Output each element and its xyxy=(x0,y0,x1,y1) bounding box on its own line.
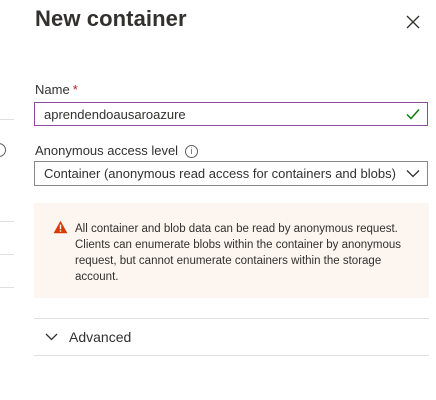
container-name-input[interactable] xyxy=(34,102,428,126)
access-level-selected-value: Container (anonymous read access for con… xyxy=(44,166,396,181)
background-divider xyxy=(0,221,14,222)
chevron-down-icon xyxy=(45,333,58,341)
advanced-section-toggle[interactable]: Advanced xyxy=(34,320,429,354)
name-label: Name * xyxy=(35,82,78,97)
screen: New container Name* Anonymous access lev… xyxy=(0,0,436,400)
chevron-down-icon xyxy=(406,170,420,178)
new-container-panel: New container Name* Anonymous access lev… xyxy=(14,0,436,400)
close-button[interactable] xyxy=(401,10,425,34)
background-divider xyxy=(0,287,14,288)
warning-icon xyxy=(53,220,68,234)
background-divider xyxy=(0,254,14,255)
section-divider xyxy=(34,355,429,356)
warning-message: All container and blob data can be read … xyxy=(75,223,402,283)
name-label-text: Name xyxy=(35,82,70,97)
anonymous-access-warning: All container and blob data can be read … xyxy=(34,203,429,298)
background-page xyxy=(0,0,14,400)
advanced-label: Advanced xyxy=(69,329,132,345)
access-level-label-text: Anonymous access level xyxy=(35,143,179,158)
dropdown-chevron xyxy=(399,169,427,178)
background-radio-icon[interactable] xyxy=(0,143,6,157)
background-divider xyxy=(0,119,14,120)
close-icon xyxy=(406,15,420,29)
advanced-chevron xyxy=(45,333,65,341)
section-divider xyxy=(34,318,429,319)
access-level-dropdown[interactable]: Container (anonymous read access for con… xyxy=(34,161,428,186)
panel-title: New container xyxy=(35,6,187,31)
info-icon[interactable]: i xyxy=(185,145,199,158)
required-marker: * xyxy=(72,82,78,97)
access-level-label: Anonymous access level i xyxy=(35,143,199,158)
checkmark-icon xyxy=(406,109,420,120)
